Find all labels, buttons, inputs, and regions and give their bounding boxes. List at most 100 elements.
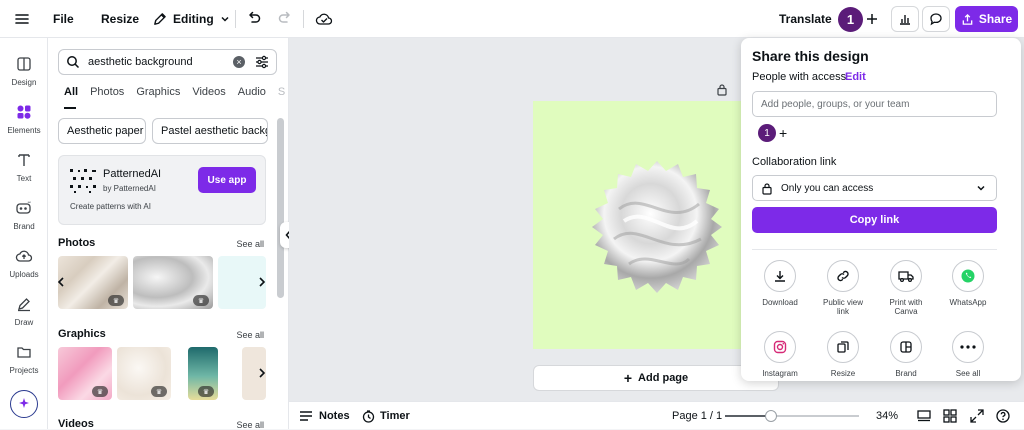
filter-icon[interactable] <box>255 55 269 69</box>
search-input[interactable]: aesthetic background <box>88 56 233 68</box>
panel-scrollbar[interactable] <box>277 118 284 418</box>
public-link-option[interactable]: Public view link <box>813 260 873 316</box>
chevron-down-icon <box>221 16 229 22</box>
rail-item-elements[interactable]: Elements <box>0 98 48 142</box>
redo-icon[interactable] <box>277 0 293 38</box>
tab-graphics[interactable]: Graphics <box>136 86 180 104</box>
add-collaborator-icon[interactable]: + <box>779 125 787 141</box>
search-box[interactable]: aesthetic background × <box>58 49 277 75</box>
translate-button[interactable]: Translate <box>779 0 832 38</box>
whatsapp-option[interactable]: WhatsApp <box>938 260 998 307</box>
notes-button[interactable]: Notes <box>299 402 350 430</box>
tab-photos[interactable]: Photos <box>90 86 124 104</box>
add-collaborator-icon[interactable] <box>865 0 879 38</box>
zoom-slider[interactable] <box>725 410 859 422</box>
rail-item-brand[interactable]: Brand <box>0 194 48 238</box>
brand-option[interactable]: Brand <box>876 331 936 378</box>
graphic-thumbnail[interactable]: ♛ <box>58 347 112 400</box>
chevron-left-icon[interactable] <box>54 273 68 291</box>
menu-icon[interactable] <box>14 0 30 38</box>
app-promo-card[interactable]: PatternedAI by PatternedAI Use app Creat… <box>58 155 266 225</box>
undo-icon[interactable] <box>246 0 262 38</box>
zoom-level[interactable]: 34% <box>876 410 898 422</box>
fullscreen-icon[interactable] <box>970 409 984 428</box>
see-all-option[interactable]: See all <box>938 331 998 378</box>
patternedai-logo <box>70 169 96 193</box>
rail-label: Text <box>16 174 32 183</box>
avatar[interactable]: 1 <box>838 0 863 38</box>
grid-view-icon[interactable] <box>943 409 957 428</box>
active-tab-indicator <box>64 107 76 109</box>
download-icon <box>764 260 796 292</box>
add-people-input[interactable]: Add people, groups, or your team <box>752 91 997 117</box>
access-label: Only you can access <box>781 182 874 194</box>
see-all-graphics-link[interactable]: See all <box>236 330 264 340</box>
crown-icon: ♛ <box>151 386 167 397</box>
pencil-icon <box>154 12 166 25</box>
resize-button[interactable]: Resize <box>101 0 139 38</box>
insights-button[interactable] <box>891 0 919 38</box>
rail-item-projects[interactable]: Projects <box>0 338 48 382</box>
lock-icon <box>762 182 772 195</box>
clear-search-icon[interactable]: × <box>233 56 245 68</box>
see-all-videos-link[interactable]: See all <box>236 420 264 429</box>
app-title: PatternedAI <box>103 168 162 180</box>
print-option[interactable]: Print with Canva <box>876 260 936 316</box>
copy-link-button[interactable]: Copy link <box>752 207 997 233</box>
tab-videos[interactable]: Videos <box>192 86 225 104</box>
avatar-initial: 1 <box>838 6 863 32</box>
rail-item-design[interactable]: Design <box>0 50 48 94</box>
lock-icon[interactable] <box>716 83 728 101</box>
chevron-right-icon[interactable] <box>255 364 269 382</box>
shapes-icon <box>14 102 34 122</box>
share-popover: Share this design People with access Edi… <box>741 38 1021 381</box>
instagram-option[interactable]: Instagram <box>750 331 810 378</box>
suggestion-chip[interactable]: Aesthetic paper <box>58 118 146 144</box>
magic-sparkle-icon[interactable] <box>10 390 38 418</box>
download-option[interactable]: Download <box>750 260 810 307</box>
tab-all[interactable]: All <box>64 86 78 104</box>
collaborator-avatar[interactable]: 1 <box>758 124 776 142</box>
access-dropdown[interactable]: Only you can access <box>752 175 997 201</box>
folder-icon <box>14 342 34 362</box>
use-app-button[interactable]: Use app <box>198 167 256 193</box>
photo-thumbnail[interactable]: ♛ <box>133 256 213 309</box>
graphic-thumbnail[interactable]: ♛ <box>188 347 218 400</box>
see-all-photos-link[interactable]: See all <box>236 239 264 249</box>
suggestion-chip[interactable]: Pastel aesthetic backgr <box>152 118 268 144</box>
comments-button[interactable] <box>922 0 950 38</box>
share-button[interactable]: Share <box>955 0 1018 38</box>
edit-access-link[interactable]: Edit <box>845 71 866 83</box>
graphic-thumbnail[interactable]: ♛ <box>117 347 171 400</box>
rail-label: Draw <box>14 318 34 327</box>
brand-icon <box>14 198 34 218</box>
file-menu[interactable]: File <box>53 0 74 38</box>
page-indicator[interactable]: Page 1 / 1 <box>672 410 722 422</box>
option-label: Print with Canva <box>889 298 923 316</box>
silk-badge-graphic[interactable] <box>589 159 725 295</box>
rail-item-draw[interactable]: Draw <box>0 290 48 334</box>
brand-icon <box>890 331 922 363</box>
resize-option[interactable]: Resize <box>813 331 873 378</box>
share-title: Share this design <box>752 48 869 64</box>
tab-audio[interactable]: Audio <box>238 86 266 104</box>
notes-label: Notes <box>319 410 350 422</box>
chevron-right-icon[interactable] <box>255 273 269 291</box>
timer-label: Timer <box>380 410 410 422</box>
crown-icon: ♛ <box>198 386 214 397</box>
cloud-saved-icon[interactable] <box>315 0 333 38</box>
editing-dropdown[interactable]: Editing <box>152 0 230 38</box>
pages-view-icon[interactable] <box>917 409 931 428</box>
rail-item-uploads[interactable]: Uploads <box>0 242 48 286</box>
truck-icon <box>890 260 922 292</box>
timer-icon <box>362 409 375 423</box>
rail-item-text[interactable]: Text <box>0 146 48 190</box>
link-icon <box>827 260 859 292</box>
timer-button[interactable]: Timer <box>362 402 410 430</box>
comment-icon <box>922 6 950 32</box>
tab-more[interactable]: S <box>278 86 285 104</box>
option-label: Instagram <box>762 369 798 378</box>
zoom-slider-handle[interactable] <box>765 410 777 422</box>
photo-thumbnail[interactable]: ♛ <box>58 256 128 309</box>
help-icon[interactable] <box>996 409 1010 428</box>
